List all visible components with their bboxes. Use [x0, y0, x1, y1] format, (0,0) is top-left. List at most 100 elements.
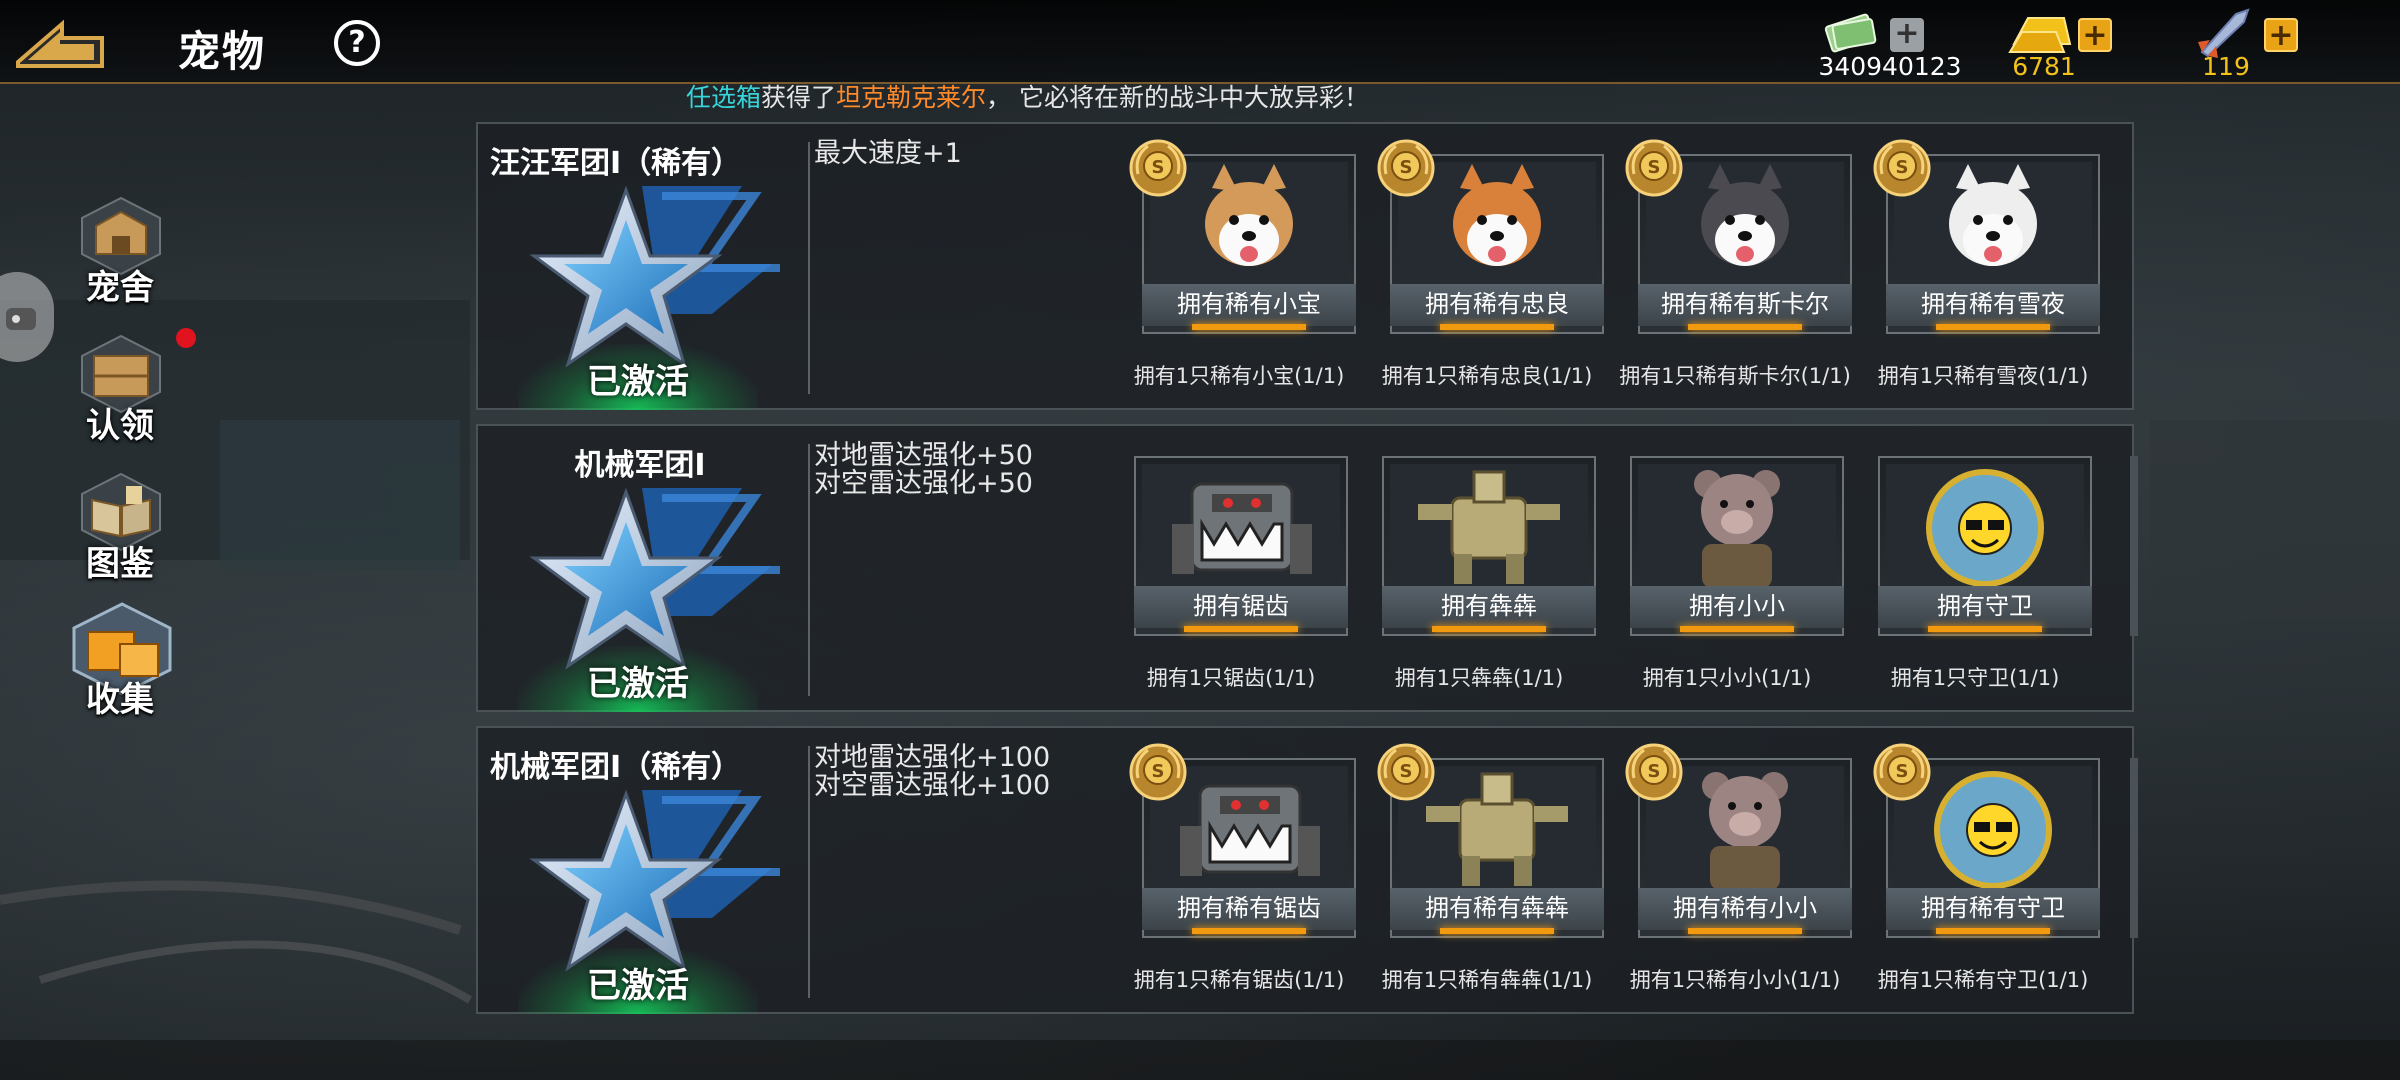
- card-name: 拥有稀有锯齿: [1142, 888, 1356, 930]
- rare-medal-icon: S: [1377, 743, 1435, 801]
- resource-gold: + 6781: [2008, 6, 2112, 81]
- svg-text:S: S: [1896, 157, 1909, 178]
- rare-medal-icon: S: [1129, 139, 1187, 197]
- rare-medal-icon: S: [1873, 743, 1931, 801]
- card-name: 拥有守卫: [1878, 586, 2092, 628]
- nav-codex[interactable]: 图鉴: [70, 472, 180, 584]
- legion-effects: 对地雷达强化+100 对空雷达强化+100: [814, 744, 1050, 800]
- nav-label: 宠舍: [86, 268, 154, 308]
- card-name: 拥有小小: [1630, 586, 1844, 628]
- svg-text:S: S: [1152, 761, 1165, 782]
- card-name: 拥有稀有雪夜: [1886, 284, 2100, 326]
- pet-card[interactable]: 拥有守卫: [1878, 456, 2092, 636]
- pet-card[interactable]: 拥有稀有忠良 S: [1377, 139, 1604, 334]
- resource-cash: + 340940123: [1818, 6, 1962, 81]
- activated-status: 已激活: [587, 664, 689, 704]
- pet-card[interactable]: 拥有稀有守卫 S: [1873, 743, 2100, 938]
- card-progress-bar: [1192, 928, 1306, 934]
- activated-status: 已激活: [587, 966, 689, 1006]
- pet-card[interactable]: 拥有锯齿: [1134, 456, 1348, 636]
- top-bar: 宠物 ? + 340940123 + 6781 + 119: [0, 0, 2400, 84]
- svg-text:S: S: [1896, 761, 1909, 782]
- ticker-text: 获得了: [761, 83, 837, 112]
- legion-panel: 机械军团Ⅰ 已激活 对地雷达强化+50 对空雷达强化+50 拥有锯齿 拥有1只锯齿(1…: [476, 424, 2138, 712]
- card-condition: 拥有1只稀有锯齿(1/1): [1133, 968, 1345, 992]
- card-progress-bar: [1680, 626, 1794, 632]
- card-progress-bar: [1432, 626, 1546, 632]
- card-condition: 拥有1只稀有斯卡尔(1/1): [1619, 364, 1851, 388]
- rare-medal-icon: S: [1625, 139, 1683, 197]
- card-progress-bar: [1440, 928, 1554, 934]
- legion-title: 汪汪军团Ⅰ（稀有）: [490, 146, 742, 181]
- pet-card[interactable]: 拥有稀有锯齿 S: [1129, 743, 1356, 938]
- card-name: 拥有稀有小宝: [1142, 284, 1356, 326]
- divider: [808, 142, 810, 394]
- pet-card[interactable]: 拥有稀有斯卡尔 S: [1625, 139, 1852, 334]
- add-gold-button[interactable]: +: [2078, 18, 2112, 52]
- rocket-value: 119: [2202, 52, 2250, 81]
- controller-icon: [6, 308, 36, 330]
- card-progress-bar: [1688, 928, 1802, 934]
- card-progress-bar: [1928, 626, 2042, 632]
- effect-line: 对地雷达强化+100: [814, 742, 1051, 773]
- rare-medal-icon: S: [1377, 139, 1435, 197]
- effect-line: 对空雷达强化+100: [814, 770, 1051, 801]
- guard-bot-icon: [1886, 464, 2084, 588]
- ticker-text: ， 它必将在新的战斗中大放异彩！: [986, 83, 1369, 112]
- svg-text:S: S: [1400, 157, 1413, 178]
- card-condition: 拥有1只稀有雪夜(1/1): [1877, 364, 2089, 388]
- card-condition: 拥有1只稀有小宝(1/1): [1133, 364, 1345, 388]
- svg-text:S: S: [1400, 761, 1413, 782]
- card-progress-bar: [1936, 928, 2050, 934]
- card-condition: 拥有1只稀有犇犇(1/1): [1381, 968, 1593, 992]
- card-name: 拥有稀有小小: [1638, 888, 1852, 930]
- legion-panel: 汪汪军团Ⅰ（稀有） 已激活 最大速度+1 拥有稀有小宝 S 拥有1只稀有小宝(1/1…: [476, 122, 2134, 410]
- rocket-icon: [2198, 8, 2250, 58]
- pet-card[interactable]: 拥有稀有犇犇 S: [1377, 743, 1604, 938]
- ticker-reward: 坦克勒克莱尔: [836, 83, 987, 112]
- card-name: 拥有稀有忠良: [1390, 284, 1604, 326]
- rare-medal-icon: S: [1873, 139, 1931, 197]
- activated-status: 已激活: [587, 362, 689, 402]
- card-progress-bar: [1688, 324, 1802, 330]
- card-condition: 拥有1只守卫(1/1): [1890, 666, 2060, 690]
- effect-line: 对空雷达强化+50: [814, 468, 1033, 499]
- floating-assist-button[interactable]: [0, 272, 54, 362]
- pet-card[interactable]: 拥有稀有雪夜 S: [1873, 139, 2100, 334]
- ticker-item: 任选箱: [686, 83, 762, 112]
- announcement-ticker: 任选箱获得了坦克勒克莱尔， 它必将在新的战斗中大放异彩！: [686, 78, 1369, 114]
- back-arrow-icon[interactable]: [14, 18, 108, 70]
- legion-panel: 机械军团Ⅰ（稀有） 已激活 对地雷达强化+100 对空雷达强化+100 拥有稀有锯齿 …: [476, 726, 2138, 1014]
- rare-medal-icon: S: [1129, 743, 1187, 801]
- card-condition: 拥有1只稀有小小(1/1): [1629, 968, 1841, 992]
- legion-title: 机械军团Ⅰ: [574, 448, 706, 483]
- pet-card[interactable]: 拥有犇犇: [1382, 456, 1596, 636]
- card-progress-bar: [1440, 324, 1554, 330]
- add-rocket-button[interactable]: +: [2264, 18, 2298, 52]
- bear-mech-icon: [1638, 464, 1836, 588]
- next-card-peek: [2130, 456, 2138, 636]
- nav-claim[interactable]: 认领: [70, 334, 180, 446]
- next-card-peek: [2130, 758, 2138, 938]
- divider: [808, 444, 810, 696]
- pet-card[interactable]: 拥有稀有小宝 S: [1129, 139, 1356, 334]
- add-cash-button[interactable]: +: [1890, 18, 1924, 52]
- gold-value: 6781: [2012, 52, 2076, 81]
- card-progress-bar: [1936, 324, 2050, 330]
- bull-mech-icon: [1390, 464, 1588, 588]
- legion-effects: 最大速度+1: [814, 140, 962, 168]
- card-condition: 拥有1只犇犇(1/1): [1394, 666, 1564, 690]
- help-icon[interactable]: ?: [334, 20, 380, 66]
- pet-card[interactable]: 拥有稀有小小 S: [1625, 743, 1852, 938]
- nav-collection[interactable]: 收集: [70, 602, 180, 720]
- pet-card[interactable]: 拥有小小: [1630, 456, 1844, 636]
- card-name: 拥有稀有斯卡尔: [1638, 284, 1852, 326]
- svg-text:S: S: [1152, 157, 1165, 178]
- gold-bar-icon: [2008, 17, 2072, 53]
- nav-kennel[interactable]: 宠舍: [70, 196, 180, 308]
- svg-text:S: S: [1648, 157, 1661, 178]
- notification-dot: [176, 328, 196, 348]
- legion-effects: 对地雷达强化+50 对空雷达强化+50: [814, 442, 1033, 498]
- card-condition: 拥有1只稀有守卫(1/1): [1877, 968, 2089, 992]
- nav-label: 认领: [86, 406, 154, 446]
